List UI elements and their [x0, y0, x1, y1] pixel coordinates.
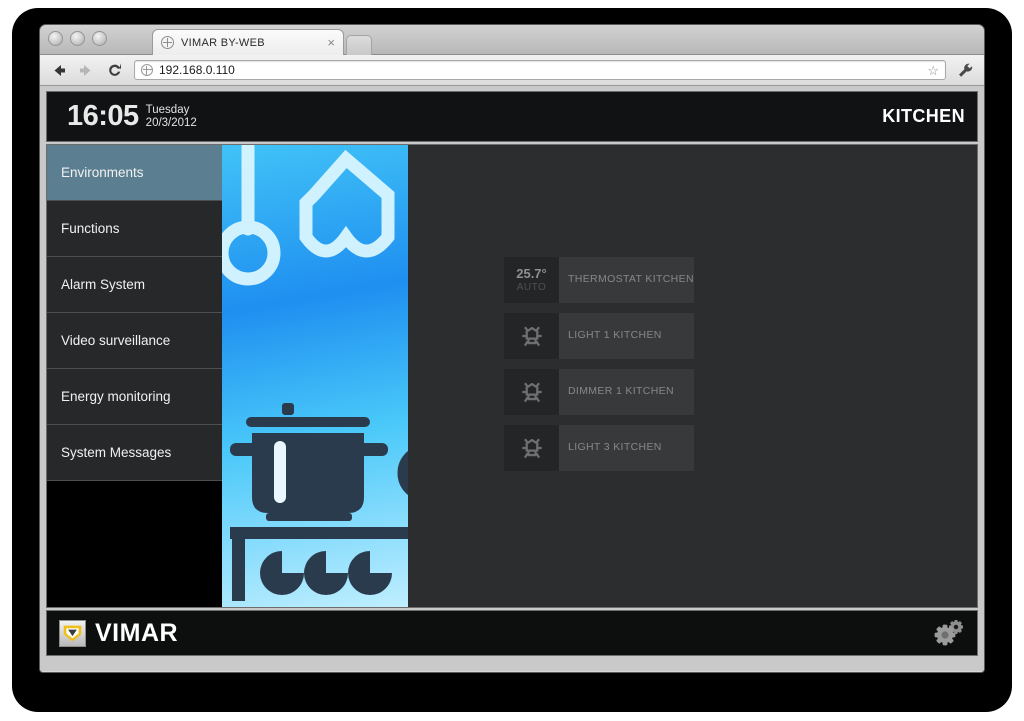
devices-area: 25.7° AUTO THERMOSTAT KITCHEN LIGHT 1 KI…: [408, 144, 978, 608]
device-label: DIMMER 1 KITCHEN: [568, 385, 674, 398]
device-list: 25.7° AUTO THERMOSTAT KITCHEN LIGHT 1 KI…: [504, 257, 694, 481]
light-glyph-icon: [521, 382, 542, 403]
clock-widget: 16:05 Tuesday 20/3/2012: [67, 102, 197, 131]
byweb-app: 16:05 Tuesday 20/3/2012 KITCHEN Environm…: [40, 86, 984, 671]
current-date-block: Tuesday 20/3/2012: [146, 104, 197, 131]
light-glyph-icon: [521, 326, 542, 347]
sidebar-item-label: Functions: [61, 221, 120, 236]
minimize-window-button[interactable]: [70, 31, 85, 46]
globe-favicon-icon: [161, 36, 174, 49]
current-time: 16:05: [67, 100, 139, 132]
chevron-down-logo-glyph-icon: [63, 625, 82, 641]
thermostat-temperature: 25.7°: [516, 266, 547, 282]
sidebar-item-label: Alarm System: [61, 277, 146, 292]
vimar-chevron-logo-icon: [59, 619, 86, 647]
light-icon: [504, 425, 559, 471]
device-row-light-1[interactable]: LIGHT 1 KITCHEN: [504, 313, 694, 359]
site-globe-icon: [141, 64, 153, 76]
sidebar-item-system-messages[interactable]: System Messages: [47, 425, 222, 481]
address-bar[interactable]: 192.168.0.110 ☆: [134, 60, 946, 80]
reload-icon[interactable]: [106, 62, 123, 79]
back-arrow-icon[interactable]: [50, 62, 67, 79]
current-day: Tuesday: [145, 104, 190, 117]
sidebar-item-environments[interactable]: Environments: [47, 145, 222, 201]
new-tab-button[interactable]: [346, 35, 372, 55]
url-text: 192.168.0.110: [159, 63, 235, 77]
bulb-glow-icon: [222, 145, 395, 286]
sidebar-item-alarm-system[interactable]: Alarm System: [47, 257, 222, 313]
sidebar-filler: [47, 481, 222, 607]
app-footer: VIMAR: [46, 610, 978, 656]
sidebar-item-functions[interactable]: Functions: [47, 201, 222, 257]
sidebar-item-energy-monitoring[interactable]: Energy monitoring: [47, 369, 222, 425]
close-window-button[interactable]: [48, 31, 63, 46]
gears-icon[interactable]: [933, 619, 963, 647]
page-title: KITCHEN: [882, 106, 965, 126]
device-label: THERMOSTAT KITCHEN: [568, 273, 694, 286]
sidebar-item-label: Environments: [61, 165, 144, 180]
device-row-thermostat[interactable]: 25.7° AUTO THERMOSTAT KITCHEN: [504, 257, 694, 303]
thermostat-icon: 25.7° AUTO: [504, 257, 559, 303]
brand-block: VIMAR: [59, 619, 178, 648]
close-tab-icon[interactable]: ×: [321, 36, 335, 49]
forward-arrow-icon[interactable]: [78, 62, 95, 79]
app-header: 16:05 Tuesday 20/3/2012 KITCHEN: [46, 91, 978, 142]
sidebar-item-label: Video surveillance: [61, 333, 171, 348]
browser-toolbar: 192.168.0.110 ☆: [40, 55, 984, 86]
light-icon: [504, 313, 559, 359]
wrench-icon[interactable]: [957, 62, 974, 79]
current-date: 20/3/2012: [145, 117, 197, 130]
maximize-window-button[interactable]: [92, 31, 107, 46]
browser-window: VIMAR BY-WEB × 192.168.0.110 ☆ 16:05 Tue…: [40, 25, 984, 672]
browser-tab-strip: VIMAR BY-WEB ×: [40, 25, 984, 55]
window-controls[interactable]: [48, 31, 107, 46]
cooking-pot-icon: [230, 403, 408, 601]
room-illustration: [222, 144, 408, 608]
light-icon: [504, 369, 559, 415]
device-label: LIGHT 1 KITCHEN: [568, 329, 662, 342]
brand-name: VIMAR: [95, 618, 179, 647]
device-row-dimmer-1[interactable]: DIMMER 1 KITCHEN: [504, 369, 694, 415]
tab-title: VIMAR BY-WEB: [181, 36, 265, 49]
sidebar-item-label: Energy monitoring: [61, 389, 171, 404]
bookmark-star-icon[interactable]: ☆: [927, 64, 939, 77]
thermostat-mode: AUTO: [516, 281, 547, 293]
device-label: LIGHT 3 KITCHEN: [568, 441, 662, 454]
app-body: Environments Functions Alarm System Vide…: [46, 144, 978, 608]
sidebar-item-label: System Messages: [61, 445, 172, 460]
browser-tab[interactable]: VIMAR BY-WEB ×: [152, 29, 344, 55]
device-row-light-3[interactable]: LIGHT 3 KITCHEN: [504, 425, 694, 471]
sidebar-item-video-surveillance[interactable]: Video surveillance: [47, 313, 222, 369]
sidebar: Environments Functions Alarm System Vide…: [46, 144, 222, 608]
light-glyph-icon: [521, 438, 542, 459]
